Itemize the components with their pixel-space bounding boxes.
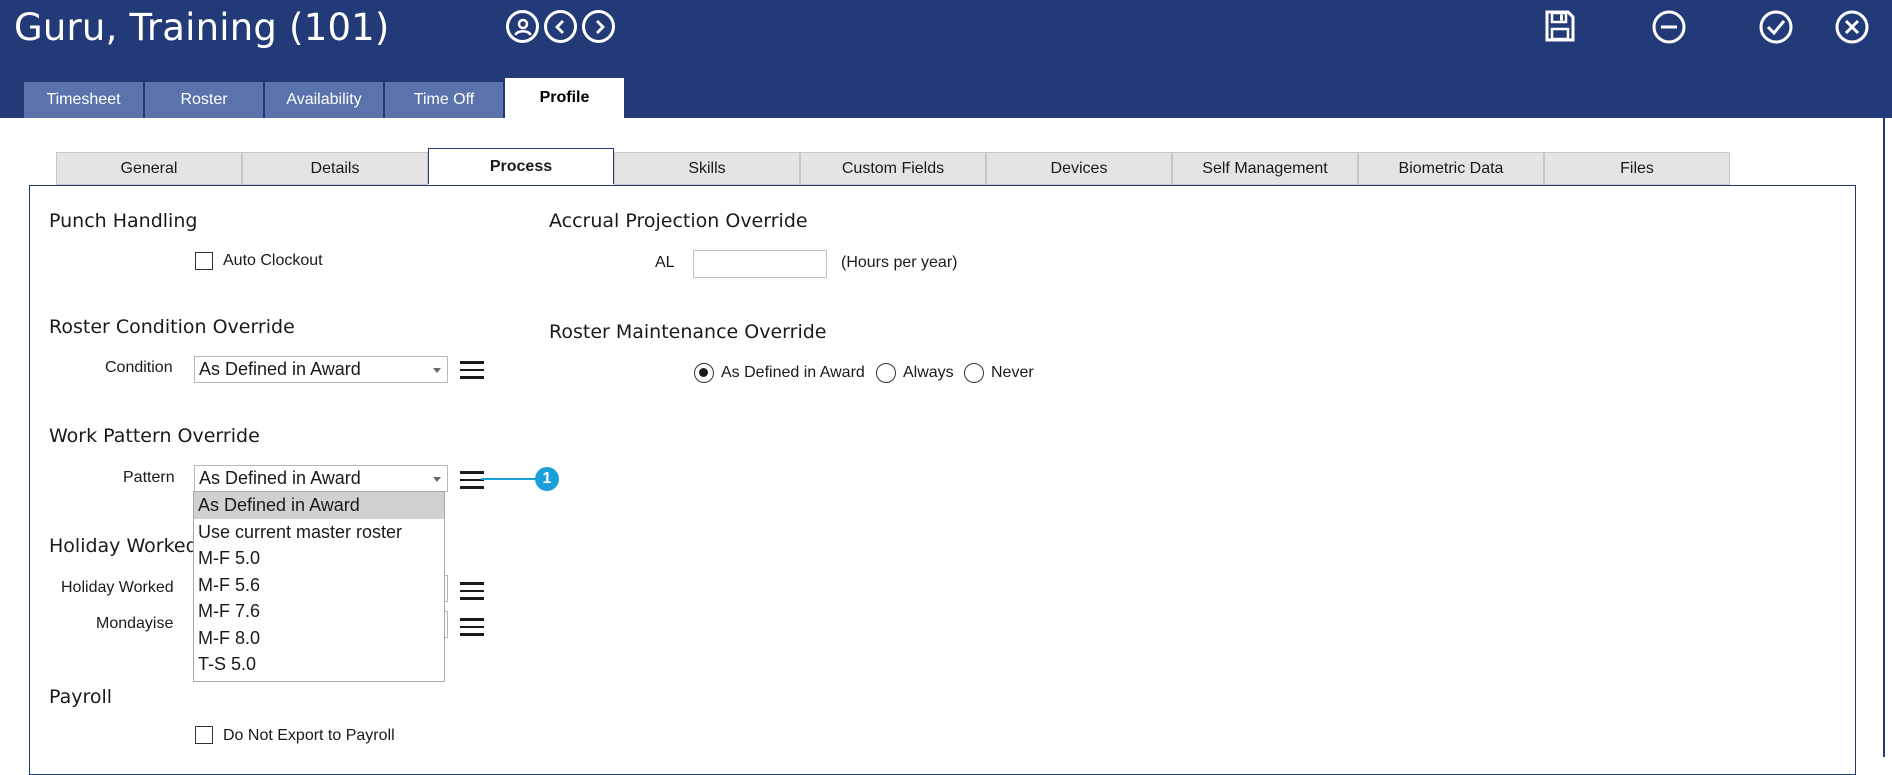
- work-pattern-heading: Work Pattern Override: [49, 425, 260, 447]
- chevron-left-icon[interactable]: [544, 10, 577, 43]
- radio-always[interactable]: [876, 363, 896, 383]
- payroll-heading: Payroll: [49, 686, 113, 708]
- subtab-general[interactable]: General: [56, 152, 242, 185]
- tab-roster[interactable]: Roster: [145, 82, 265, 118]
- pattern-dropdown-list: As Defined in Award Use current master r…: [193, 491, 445, 682]
- save-icon[interactable]: [1545, 10, 1575, 47]
- pattern-option[interactable]: M-F 5.0: [194, 545, 444, 572]
- pattern-option[interactable]: M-F 8.0: [194, 625, 444, 652]
- user-circle-icon[interactable]: [506, 10, 539, 43]
- pattern-select-value: As Defined in Award: [199, 468, 361, 488]
- nav-icons: [506, 10, 615, 43]
- condition-select[interactable]: As Defined in Award: [194, 356, 448, 383]
- title-bar: Guru, Training (101) Timesheet Roster Av…: [0, 0, 1892, 118]
- subtab-self-management[interactable]: Self Management: [1172, 152, 1358, 185]
- subtab-details[interactable]: Details: [242, 152, 428, 185]
- pattern-option[interactable]: T-S 5.0: [194, 651, 444, 678]
- minus-circle-icon[interactable]: [1652, 10, 1686, 49]
- roster-maintenance-heading: Roster Maintenance Override: [549, 321, 827, 343]
- pattern-option[interactable]: M-F 5.6: [194, 572, 444, 599]
- holiday-worked-heading: Holiday Worked C: [49, 535, 217, 557]
- condition-menu-icon[interactable]: [460, 361, 484, 379]
- pattern-menu-icon[interactable]: [460, 471, 484, 489]
- punch-handling-heading: Punch Handling: [49, 210, 198, 232]
- pattern-label: Pattern: [123, 469, 175, 486]
- holiday-worked-label: Holiday Worked: [61, 579, 174, 596]
- pattern-option[interactable]: M-F 7.6: [194, 598, 444, 625]
- subtab-devices[interactable]: Devices: [986, 152, 1172, 185]
- radio-as-defined-in-award[interactable]: [694, 363, 714, 383]
- do-not-export-label: Do Not Export to Payroll: [223, 727, 395, 744]
- subtab-custom-fields[interactable]: Custom Fields: [800, 152, 986, 185]
- condition-select-value: As Defined in Award: [199, 359, 361, 379]
- subtab-files[interactable]: Files: [1544, 152, 1730, 185]
- check-circle-icon[interactable]: [1759, 10, 1793, 49]
- callout-line: [481, 478, 537, 480]
- chevron-right-icon[interactable]: [582, 10, 615, 43]
- chevron-down-icon: [433, 477, 441, 482]
- pattern-select[interactable]: As Defined in Award: [194, 465, 448, 492]
- tab-availability[interactable]: Availability: [265, 82, 385, 118]
- close-circle-icon[interactable]: [1835, 10, 1869, 49]
- radio-always-label: Always: [903, 364, 954, 381]
- callout-badge: 1: [535, 467, 559, 491]
- hours-per-year-label: (Hours per year): [841, 254, 958, 271]
- subtab-skills[interactable]: Skills: [614, 152, 800, 185]
- main-tabs: Timesheet Roster Availability Time Off P…: [24, 78, 624, 118]
- al-label: AL: [655, 254, 675, 271]
- chevron-down-icon: [433, 368, 441, 373]
- radio-never[interactable]: [964, 363, 984, 383]
- accrual-heading: Accrual Projection Override: [549, 210, 808, 232]
- radio-never-label: Never: [991, 364, 1034, 381]
- mondayise-menu-icon[interactable]: [460, 618, 484, 636]
- subtab-biometric-data[interactable]: Biometric Data: [1358, 152, 1544, 185]
- tab-time-off[interactable]: Time Off: [385, 82, 505, 118]
- window-title: Guru, Training (101): [14, 6, 390, 49]
- do-not-export-checkbox[interactable]: [195, 726, 213, 744]
- auto-clockout-label: Auto Clockout: [223, 252, 323, 269]
- holiday-worked-menu-icon[interactable]: [460, 582, 484, 600]
- condition-label: Condition: [105, 359, 173, 376]
- radio-as-defined-label: As Defined in Award: [721, 364, 865, 381]
- tab-profile[interactable]: Profile: [505, 78, 624, 118]
- tab-timesheet[interactable]: Timesheet: [24, 82, 145, 118]
- auto-clockout-checkbox[interactable]: [195, 252, 213, 270]
- al-hours-input[interactable]: [693, 250, 827, 278]
- roster-condition-heading: Roster Condition Override: [49, 316, 295, 338]
- right-border: [1883, 118, 1885, 757]
- subtab-process[interactable]: Process: [428, 148, 614, 184]
- pattern-option[interactable]: As Defined in Award: [194, 492, 444, 519]
- pattern-option[interactable]: Use current master roster: [194, 519, 444, 546]
- sub-tabs: General Details Process Skills Custom Fi…: [56, 148, 1730, 186]
- mondayise-label: Mondayise: [96, 615, 174, 632]
